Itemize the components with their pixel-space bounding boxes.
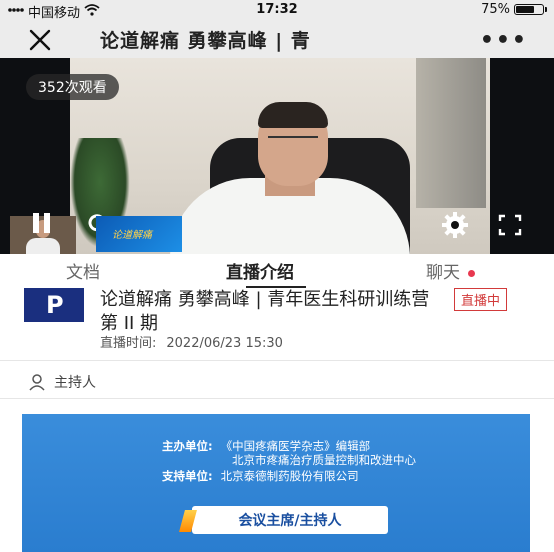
viewer-count-badge: 352次观看 <box>26 74 119 100</box>
channel-logo: P <box>24 288 84 322</box>
supporter-line: 支持单位: 北京泰德制药股份有限公司 <box>162 469 359 483</box>
nav-bar: 论道解痛 勇攀高峰 | 青 ••• <box>0 20 554 58</box>
section-header-chair-host: 会议主席/主持人 <box>179 506 388 534</box>
close-icon <box>29 29 51 51</box>
clock: 17:32 <box>256 2 298 17</box>
live-title: 论道解痛 勇攀高峰 | 青年医生科研训练营第 II 期 <box>100 289 430 334</box>
live-video-player[interactable]: 352次观看 论道解痛 <box>0 58 554 254</box>
status-bar: 中国移动 17:32 75% <box>0 0 554 21</box>
tab-chat[interactable]: 聊天 <box>426 258 475 283</box>
divider <box>0 360 554 361</box>
status-right: 75% <box>481 2 547 17</box>
person-icon <box>29 374 45 391</box>
live-status-badge: 直播中 <box>454 288 508 311</box>
host-label: 主持人 <box>54 375 96 391</box>
gear-icon <box>442 212 468 238</box>
battery-percent: 75% <box>481 2 510 17</box>
settings-button[interactable] <box>440 210 470 244</box>
more-button[interactable]: ••• <box>480 28 528 53</box>
page-title: 论道解痛 勇攀高峰 | 青 <box>100 30 311 52</box>
tab-live-intro[interactable]: 直播介绍 <box>226 258 294 283</box>
fullscreen-icon <box>498 214 522 236</box>
battery-icon <box>514 4 547 15</box>
host-row[interactable]: 主持人 <box>28 372 96 392</box>
unread-dot <box>468 269 475 277</box>
divider <box>0 398 554 399</box>
event-poster: 主办单位: 《中国疼痛医学杂志》编辑部 北京市疼痛治疗质量控制和改进中心 支持单位… <box>22 414 530 552</box>
tab-documents[interactable]: 文档 <box>66 258 100 283</box>
promo-banner: 论道解痛 <box>96 216 182 252</box>
live-time: 直播时间: 2022/06/23 15:30 <box>100 336 283 351</box>
pause-icon <box>33 213 50 233</box>
tab-bar: 文档 直播介绍 聊天 <box>0 254 554 288</box>
organizer-line-2: 北京市疼痛治疗质量控制和改进中心 <box>232 453 416 467</box>
close-button[interactable] <box>26 26 54 54</box>
fullscreen-button[interactable] <box>498 214 522 240</box>
pause-button[interactable] <box>30 210 54 240</box>
